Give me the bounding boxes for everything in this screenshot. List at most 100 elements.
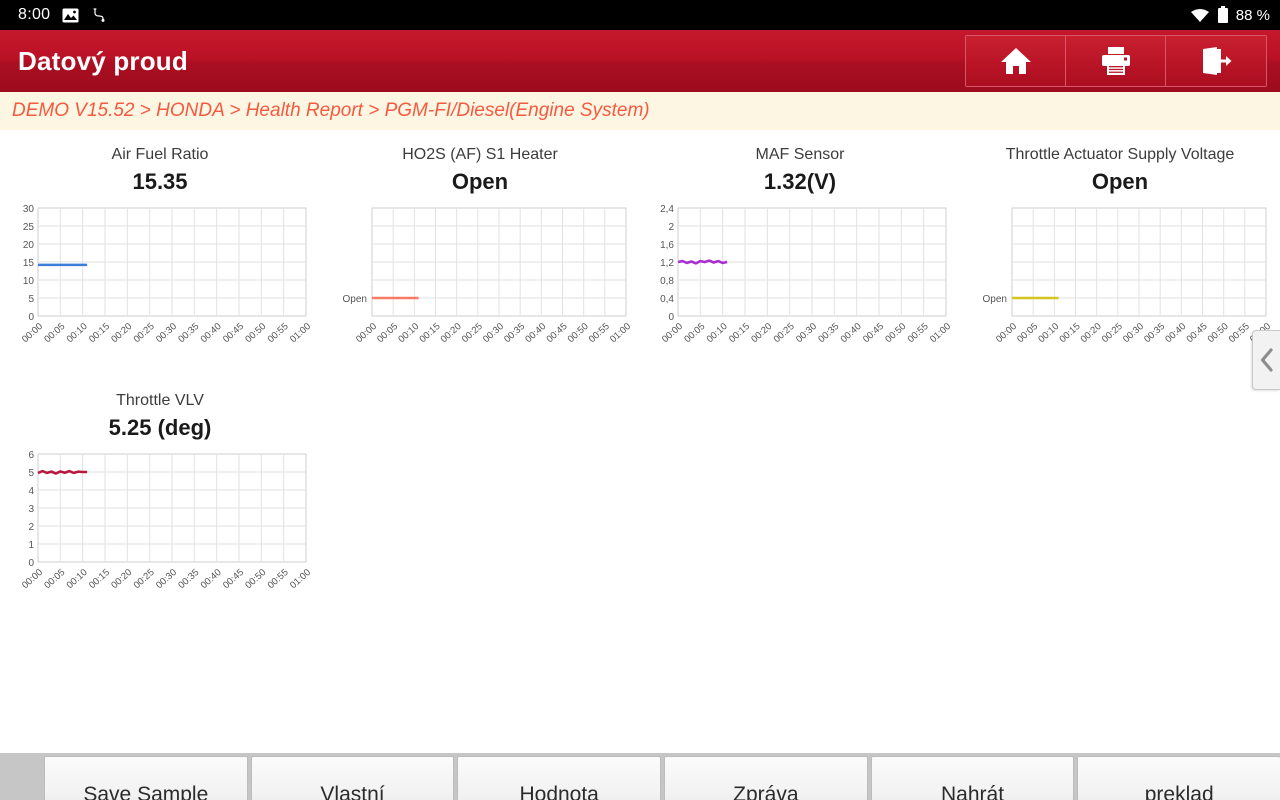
- battery-percent-label: 88 %: [1235, 6, 1270, 24]
- chart-caption: MAF Sensor 1.32(V): [648, 144, 952, 198]
- x-axis-tick-label: 00:25: [772, 321, 797, 345]
- x-axis-tick-label: 00:45: [861, 321, 886, 345]
- wifi-icon: [1190, 8, 1210, 23]
- y-axis-tick-label: 30: [23, 204, 35, 215]
- x-axis-tick-label: 01:00: [288, 321, 312, 345]
- x-axis-tick-label: 00:05: [42, 321, 67, 345]
- chart-plot[interactable]: 2,4 2 1,6 1,2 0,8 0,4 0 00:00 00:05 00:10 00:15 00:…: [648, 202, 952, 354]
- breadcrumb[interactable]: DEMO V15.52 > HONDA > Health Report > PG…: [0, 92, 1280, 130]
- x-axis-tick-label: 00:20: [439, 321, 464, 345]
- translate-button[interactable]: preklad: [1077, 756, 1280, 800]
- y-axis-tick-label: 2: [28, 522, 34, 533]
- print-button[interactable]: [1066, 36, 1166, 86]
- x-axis-tick-label: 00:05: [1015, 321, 1040, 345]
- chart-card[interactable]: HO2S (AF) S1 Heater Open Open 00:00 00:05 00:…: [320, 138, 640, 384]
- y-axis-tick-label: Open: [983, 294, 1007, 305]
- x-axis-tick-label: 01:00: [928, 321, 952, 345]
- chart-card[interactable]: MAF Sensor 1.32(V) 2,4 2 1,6 1,2 0,8 0,4 0 00:00 0…: [640, 138, 960, 384]
- x-axis-tick-label: 00:55: [906, 321, 931, 345]
- y-axis-tick-label: 5: [28, 468, 34, 479]
- x-axis-tick-label: 00:10: [1036, 321, 1061, 345]
- y-axis-tick-label: Open: [343, 294, 367, 305]
- battery-icon: [1217, 6, 1229, 24]
- chart-card[interactable]: Air Fuel Ratio 15.35 30 25 20 15 10 5 0 00:00 00:0…: [0, 138, 320, 384]
- x-axis-tick-label: 00:55: [587, 321, 612, 345]
- chart-plot[interactable]: 30 25 20 15 10 5 0 00:00 00:05 00:10 00:15 00:20 00:…: [8, 202, 312, 354]
- x-axis-tick-label: 00:30: [794, 321, 819, 345]
- home-button[interactable]: [966, 36, 1066, 86]
- x-axis-tick-label: 00:25: [1100, 321, 1125, 345]
- chart-card[interactable]: Throttle VLV 5.25 (deg) 6 5 4 3 2 1 0 00:00 00:05 0…: [0, 384, 320, 630]
- x-axis-tick-label: 00:35: [176, 321, 201, 345]
- x-axis-tick-label: 00:40: [1163, 321, 1188, 345]
- action-button-bar: Save Sample Vlastní Hodnota Zpráva Nahrá…: [0, 753, 1280, 800]
- breadcrumb-text: DEMO V15.52 > HONDA > Health Report > PG…: [12, 100, 650, 121]
- x-axis-tick-label: 00:25: [132, 321, 157, 345]
- x-axis-tick-label: 00:45: [1184, 321, 1209, 345]
- y-axis-tick-label: 5: [28, 294, 34, 305]
- x-axis-tick-label: 00:30: [1121, 321, 1146, 345]
- value-button[interactable]: Hodnota: [457, 756, 662, 800]
- save-sample-button[interactable]: Save Sample: [44, 756, 248, 800]
- x-axis-tick-label: 00:20: [109, 567, 134, 591]
- status-clock: 8:00: [18, 6, 51, 23]
- y-axis-tick-label: 3: [28, 504, 34, 515]
- x-axis-tick-label: 00:05: [42, 567, 67, 591]
- usb-debug-icon: [91, 7, 107, 23]
- chart-current-value: 15.35: [132, 169, 188, 194]
- chart-title: HO2S (AF) S1 Heater: [402, 146, 558, 163]
- chart-title: Air Fuel Ratio: [111, 146, 209, 163]
- y-axis-tick-label: 2,4: [660, 204, 674, 215]
- page-title: Datový proud: [18, 45, 188, 76]
- report-button[interactable]: Zpráva: [664, 756, 868, 800]
- chart-caption: Throttle VLV 5.25 (deg): [8, 390, 312, 444]
- y-axis-tick-label: 6: [28, 450, 34, 461]
- chart-current-value: Open: [451, 169, 509, 194]
- exit-button[interactable]: [1166, 36, 1266, 86]
- x-axis-tick-label: 00:10: [396, 321, 421, 345]
- y-axis-tick-label: 15: [23, 258, 35, 269]
- chart-caption: Air Fuel Ratio 15.35: [8, 144, 312, 198]
- x-axis-tick-label: 00:35: [176, 567, 201, 591]
- x-axis-tick-label: 00:55: [266, 321, 291, 345]
- x-axis-tick-label: 00:00: [20, 567, 45, 591]
- x-axis-tick-label: 00:00: [354, 321, 379, 345]
- y-axis-tick-label: 1,6: [660, 240, 674, 251]
- y-axis-tick-label: 20: [23, 240, 35, 251]
- chart-current-value: 5.25 (deg): [108, 415, 212, 440]
- record-button[interactable]: Nahrát: [870, 756, 1075, 800]
- x-axis-tick-label: 00:05: [682, 321, 707, 345]
- x-axis-tick-label: 00:30: [154, 567, 179, 591]
- x-axis-tick-label: 00:20: [1079, 321, 1104, 345]
- chart-plot[interactable]: Open 00:00 00:05 00:10 00:15 00:20 00:25 00:30 0…: [968, 202, 1272, 354]
- chart-title: Throttle Actuator Supply Voltage: [1005, 146, 1235, 163]
- x-axis-tick-label: 00:40: [199, 567, 224, 591]
- button-bar-spacer: [0, 756, 44, 800]
- x-axis-tick-label: 00:55: [1227, 321, 1252, 345]
- x-axis-tick-label: 00:40: [199, 321, 224, 345]
- chart-title: MAF Sensor: [755, 146, 845, 163]
- x-axis-tick-label: 00:20: [109, 321, 134, 345]
- x-axis-tick-label: 00:10: [705, 321, 730, 345]
- home-icon: [1000, 48, 1031, 74]
- custom-button[interactable]: Vlastní: [250, 756, 455, 800]
- image-icon: [62, 8, 79, 23]
- y-axis-tick-label: 0: [668, 312, 674, 323]
- data-stream-content: Air Fuel Ratio 15.35 30 25 20 15 10 5 0 00:00 00:0…: [0, 130, 1280, 753]
- x-axis-tick-label: 00:30: [481, 321, 506, 345]
- x-axis-tick-label: 00:50: [243, 321, 268, 345]
- panel-collapse-tab[interactable]: [1252, 330, 1280, 390]
- x-axis-tick-label: 00:45: [544, 321, 569, 345]
- chart-plot[interactable]: Open 00:00 00:05 00:10 00:15 00:20 00:25 00:30 0…: [328, 202, 632, 354]
- x-axis-tick-label: 00:50: [566, 321, 591, 345]
- chart-caption: Throttle Actuator Supply Voltage Open: [968, 144, 1272, 198]
- chart-card[interactable]: Throttle Actuator Supply Voltage Open Open…: [960, 138, 1280, 384]
- y-axis-tick-label: 0: [28, 558, 34, 569]
- x-axis-tick-label: 00:35: [502, 321, 527, 345]
- x-axis-tick-label: 00:40: [523, 321, 548, 345]
- chart-plot[interactable]: 6 5 4 3 2 1 0 00:00 00:05 00:10 00:15 00:20 00:25 00:…: [8, 448, 312, 600]
- chart-title: Throttle VLV: [116, 392, 204, 409]
- x-axis-tick-label: 00:25: [132, 567, 157, 591]
- x-axis-tick-label: 00:50: [1206, 321, 1231, 345]
- x-axis-tick-label: 00:00: [660, 321, 685, 345]
